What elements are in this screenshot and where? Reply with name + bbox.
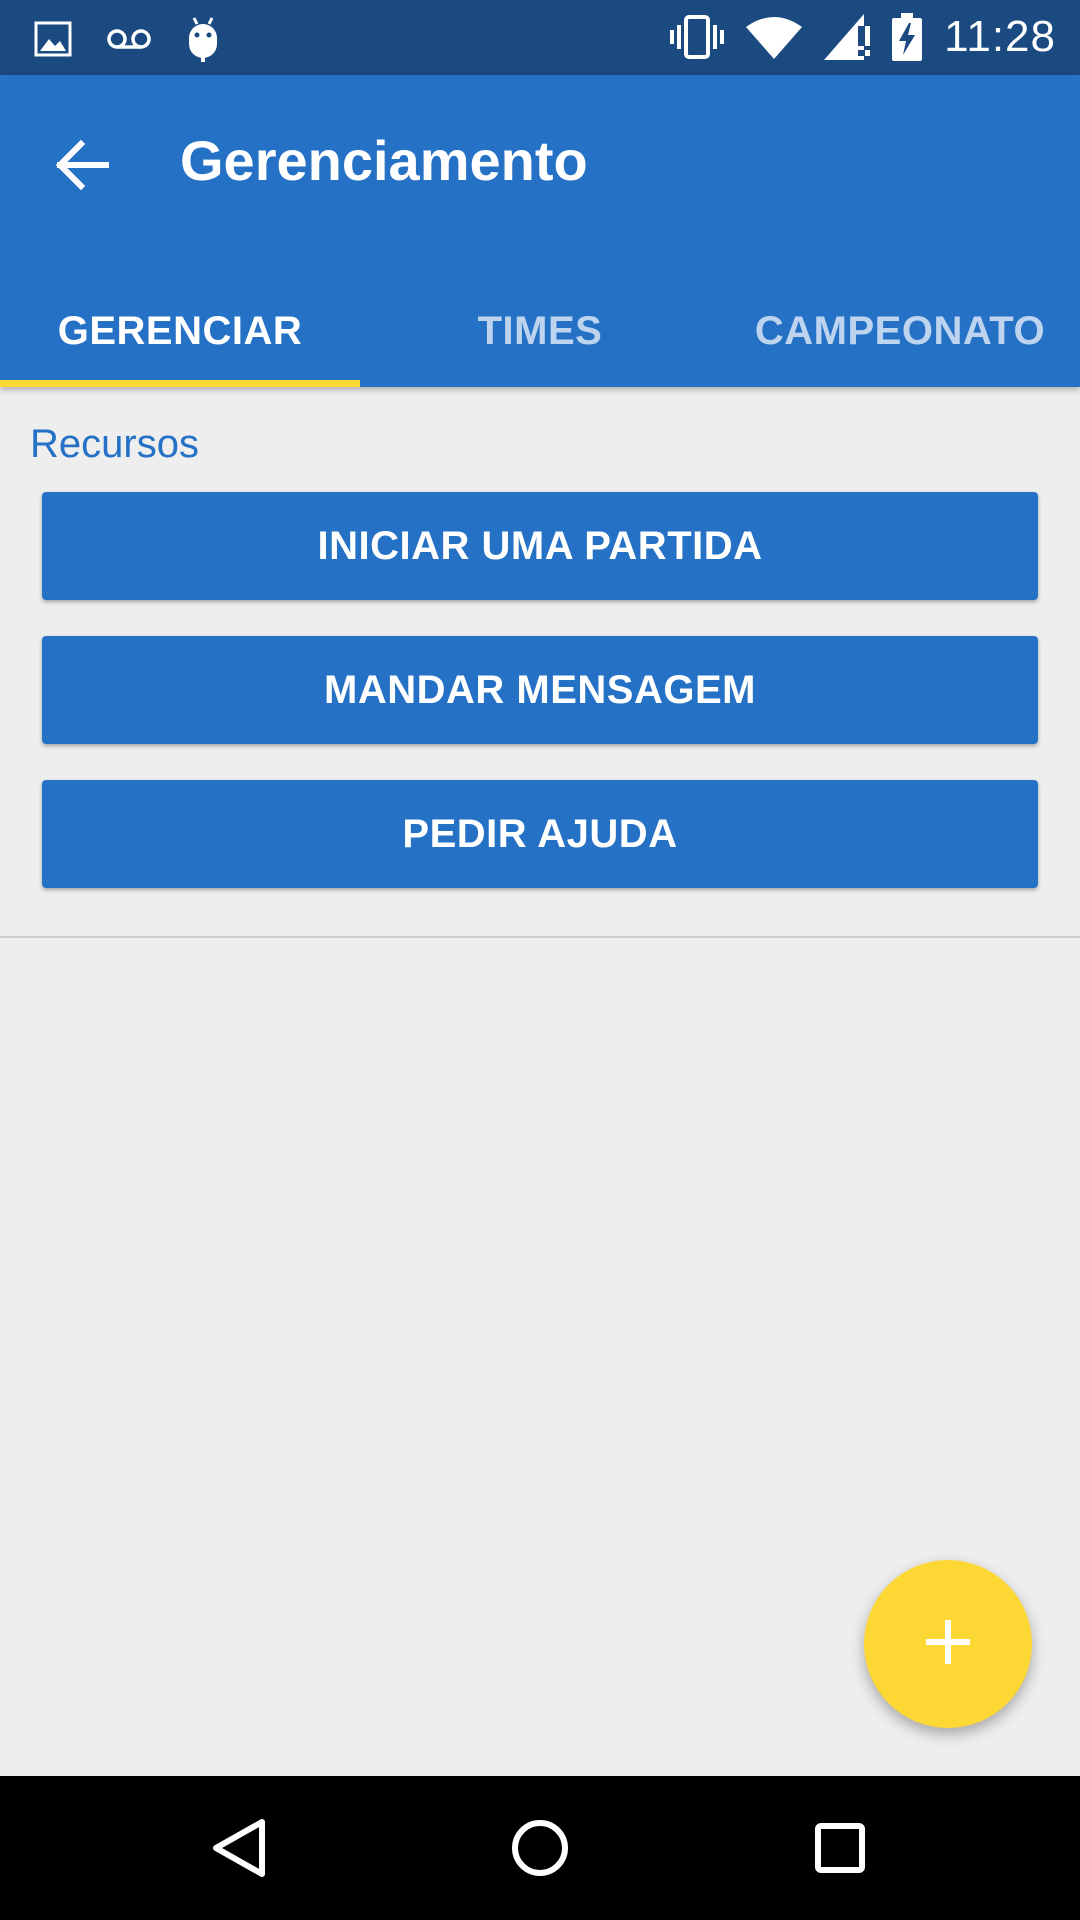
wifi-icon [746, 15, 803, 59]
add-fab-button[interactable] [864, 1560, 1032, 1728]
battery-charging-icon [892, 13, 923, 61]
android-icon [186, 16, 220, 62]
page-title: Gerenciamento [180, 129, 588, 192]
arrow-back-icon [50, 139, 120, 204]
status-bar: 11:28 [0, 0, 1080, 75]
tab-bar: GERENCIAR TIMES CAMPEONATO [0, 275, 1080, 387]
nav-back-button[interactable] [200, 1808, 280, 1888]
plus-icon [924, 1618, 972, 1671]
back-button[interactable] [50, 130, 120, 200]
nav-recents-button[interactable] [800, 1808, 880, 1888]
ask-help-button[interactable]: PEDIR AJUDA [42, 780, 1038, 888]
tab-gerenciar[interactable]: GERENCIAR [0, 275, 360, 387]
recents-square-icon [800, 1823, 880, 1892]
start-match-button[interactable]: INICIAR UMA PARTIDA [42, 492, 1038, 600]
tab-times[interactable]: TIMES [360, 275, 720, 387]
section-title: Recursos [30, 422, 199, 466]
nav-home-button[interactable] [500, 1808, 580, 1888]
voicemail-icon [106, 27, 152, 51]
system-nav-bar [0, 1776, 1080, 1920]
tab-campeonato[interactable]: CAMPEONATO [720, 275, 1080, 387]
back-triangle-icon [200, 1819, 280, 1892]
send-message-button[interactable]: MANDAR MENSAGEM [42, 636, 1038, 744]
divider [0, 936, 1080, 938]
image-icon [34, 21, 72, 57]
home-circle-icon [500, 1820, 580, 1892]
app-bar: Gerenciamento GERENCIAR TIMES CAMPEONATO [0, 75, 1080, 387]
signal-icon [824, 14, 871, 60]
vibrate-icon [670, 15, 725, 59]
clock: 11:28 [944, 12, 1056, 61]
